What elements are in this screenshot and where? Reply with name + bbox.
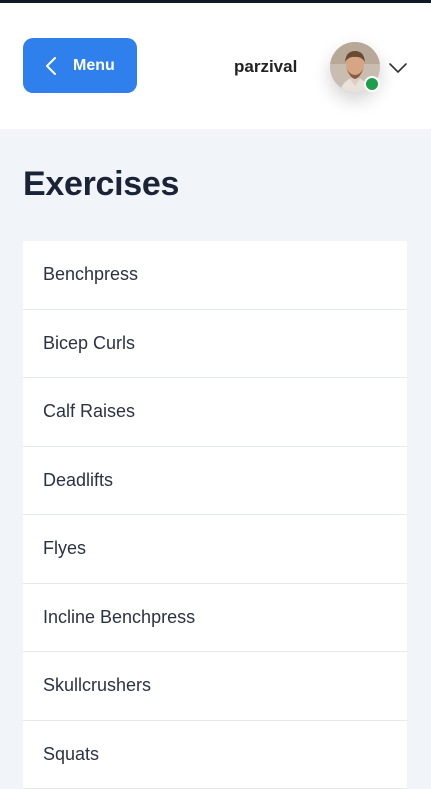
exercise-item-calf-raises[interactable]: Calf Raises bbox=[23, 378, 407, 447]
user-avatar[interactable] bbox=[330, 42, 380, 92]
menu-button-label: Menu bbox=[73, 57, 115, 75]
exercise-item-benchpress[interactable]: Benchpress bbox=[23, 241, 407, 310]
exercise-item-incline-benchpress[interactable]: Incline Benchpress bbox=[23, 584, 407, 653]
app-header: Menu parzival bbox=[0, 3, 431, 129]
exercise-item-skullcrushers[interactable]: Skullcrushers bbox=[23, 652, 407, 721]
online-status-dot bbox=[364, 76, 380, 92]
exercise-item-squats[interactable]: Squats bbox=[23, 721, 407, 789]
chevron-down-icon[interactable] bbox=[388, 62, 408, 74]
page-title: Exercises bbox=[23, 165, 179, 204]
exercise-item-flyes[interactable]: Flyes bbox=[23, 515, 407, 584]
exercise-item-deadlifts[interactable]: Deadlifts bbox=[23, 447, 407, 516]
chevron-left-icon bbox=[45, 57, 57, 75]
exercise-list: Benchpress Bicep Curls Calf Raises Deadl… bbox=[23, 241, 407, 789]
exercise-item-bicep-curls[interactable]: Bicep Curls bbox=[23, 310, 407, 379]
menu-button[interactable]: Menu bbox=[23, 38, 137, 93]
username[interactable]: parzival bbox=[234, 57, 297, 77]
